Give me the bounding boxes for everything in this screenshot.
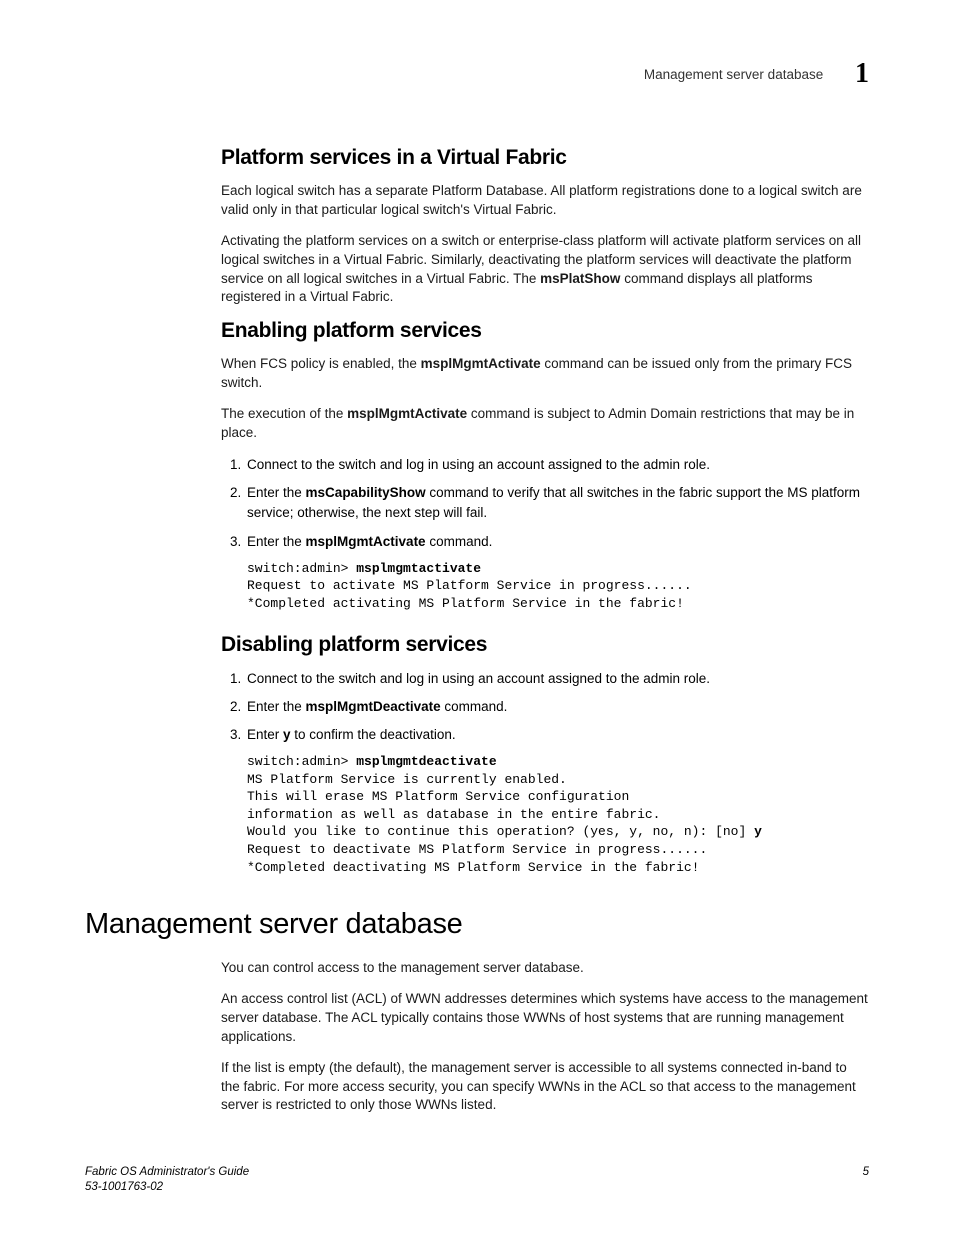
code-command: msplmgmtactivate bbox=[356, 561, 481, 576]
command-name: msplMgmtActivate bbox=[421, 356, 541, 371]
procedure-list: Connect to the switch and log in using a… bbox=[221, 455, 869, 552]
command-name: msplMgmtActivate bbox=[306, 534, 426, 549]
code-block: switch:admin> msplmgmtdeactivate MS Plat… bbox=[247, 753, 869, 876]
body-text: If the list is empty (the default), the … bbox=[221, 1059, 869, 1116]
body-text: Activating the platform services on a sw… bbox=[221, 232, 869, 308]
page-header: Management server database 1 bbox=[85, 58, 869, 90]
code-block: switch:admin> msplmgmtactivate Request t… bbox=[247, 560, 869, 613]
body-text: When FCS policy is enabled, the msplMgmt… bbox=[221, 355, 869, 393]
heading-enabling-platform-services: Enabling platform services bbox=[221, 319, 869, 343]
body-text: You can control access to the management… bbox=[221, 959, 869, 978]
code-user-input: y bbox=[754, 824, 762, 839]
body-text: The execution of the msplMgmtActivate co… bbox=[221, 405, 869, 443]
heading-platform-services-vf: Platform services in a Virtual Fabric bbox=[221, 146, 869, 170]
procedure-list: Connect to the switch and log in using a… bbox=[221, 669, 869, 746]
list-item: Enter the msplMgmtDeactivate command. bbox=[245, 697, 869, 717]
footer-page-number: 5 bbox=[863, 1165, 869, 1180]
main-content: Platform services in a Virtual Fabric Ea… bbox=[221, 146, 869, 1115]
list-item: Enter the msplMgmtActivate command. bbox=[245, 532, 869, 552]
command-name: msplMgmtDeactivate bbox=[306, 699, 441, 714]
heading-disabling-platform-services: Disabling platform services bbox=[221, 633, 869, 657]
body-text: An access control list (ACL) of WWN addr… bbox=[221, 990, 869, 1047]
command-name: msCapabilityShow bbox=[306, 485, 426, 500]
page-footer: Fabric OS Administrator's Guide 53-10017… bbox=[85, 1165, 869, 1195]
header-chapter-number: 1 bbox=[855, 58, 869, 90]
list-item: Enter the msCapabilityShow command to ve… bbox=[245, 483, 869, 524]
list-item: Enter y to confirm the deactivation. bbox=[245, 725, 869, 745]
body-text: Each logical switch has a separate Platf… bbox=[221, 182, 869, 220]
command-name: y bbox=[283, 727, 291, 742]
command-name: msplMgmtActivate bbox=[347, 406, 467, 421]
header-section-title: Management server database bbox=[644, 67, 823, 82]
command-name: msPlatShow bbox=[540, 271, 620, 286]
list-item: Connect to the switch and log in using a… bbox=[245, 455, 869, 475]
footer-doc-id: 53-1001763-02 bbox=[85, 1180, 869, 1195]
list-item: Connect to the switch and log in using a… bbox=[245, 669, 869, 689]
heading-management-server-database: Management server database bbox=[85, 908, 869, 941]
code-command: msplmgmtdeactivate bbox=[356, 754, 496, 769]
footer-doc-title: Fabric OS Administrator's Guide bbox=[85, 1165, 869, 1180]
